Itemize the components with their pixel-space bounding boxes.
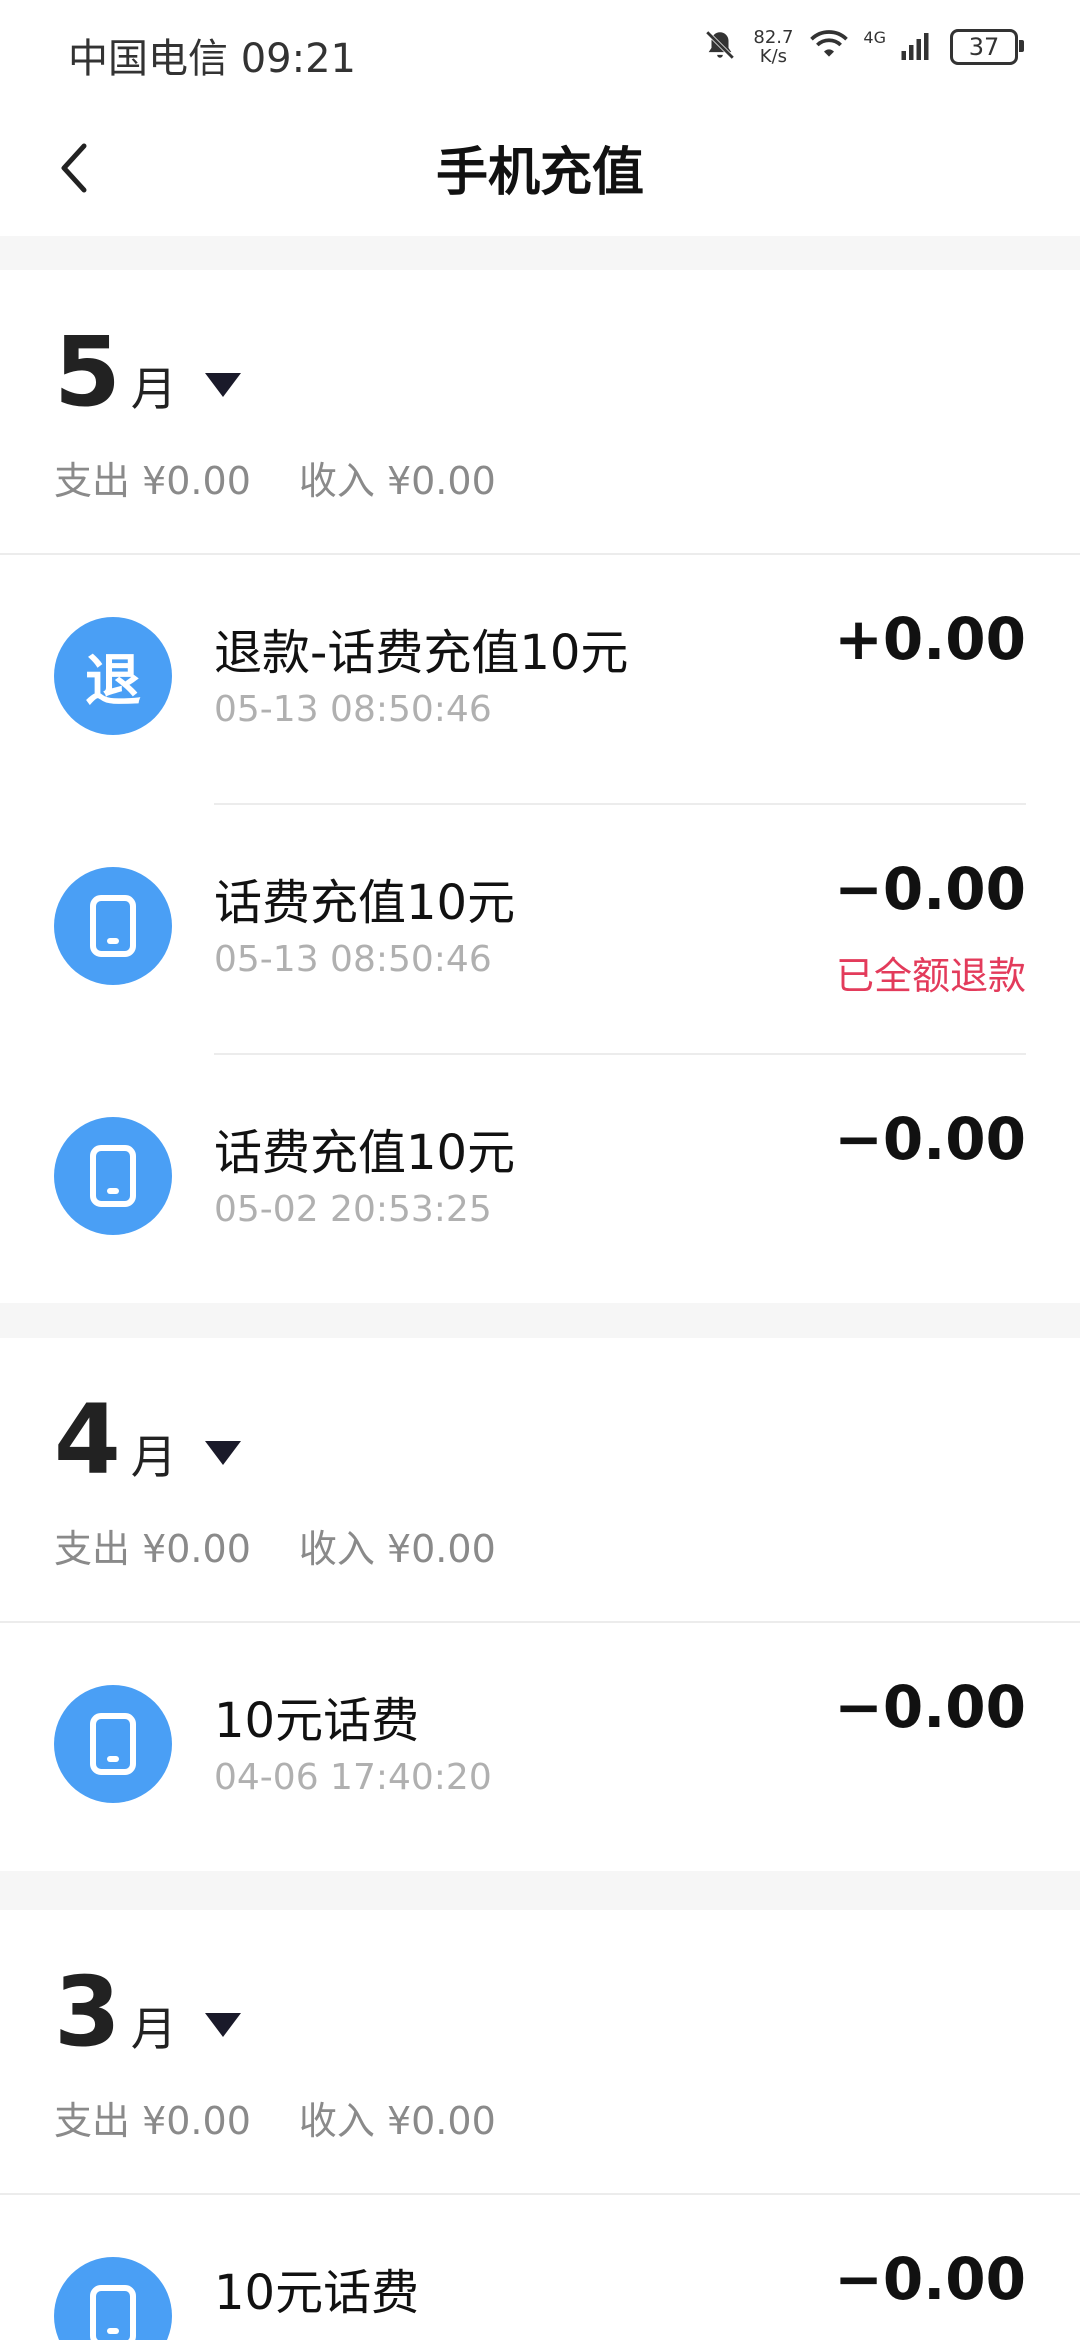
month-number: 3 — [54, 1956, 121, 2068]
battery-icon: 37 — [950, 29, 1024, 65]
transaction-time: 05-13 08:50:46 — [214, 939, 492, 980]
month-header: 3 月 支出 ¥0.00 收入 ¥0.00 — [0, 1910, 1080, 2195]
net-speed: 82.7 K/s — [753, 27, 794, 67]
nav-bar: 手机充值 — [0, 100, 1080, 236]
transaction-amount: −0.00 — [834, 1105, 1026, 1173]
transaction-row[interactable]: 退 退款-话费充值10元 05-13 08:50:46 +0.00 — [0, 555, 1080, 803]
wifi-icon — [809, 30, 849, 64]
status-icons: 82.7 K/s 4G 37 — [703, 27, 1024, 67]
transaction-row[interactable]: 10元话费 −0.00 — [0, 2195, 1080, 2340]
network-type: 4G — [863, 28, 886, 47]
page-title: 手机充值 — [435, 143, 644, 203]
month-selector[interactable]: 4 月 — [54, 1392, 241, 1488]
month-summary: 支出 ¥0.00 收入 ¥0.00 — [54, 1518, 496, 1573]
signal-icon — [900, 30, 936, 64]
transaction-time: 05-02 20:53:25 — [214, 1189, 492, 1230]
transaction-amount: −0.00 — [834, 2245, 1026, 2313]
transaction-amount: +0.00 — [834, 605, 1026, 673]
transaction-time: 04-06 17:40:20 — [214, 1757, 492, 1798]
transaction-title: 话费充值10元 — [214, 1125, 516, 1181]
income-total: 收入 ¥0.00 — [298, 2099, 496, 2143]
transaction-title: 10元话费 — [214, 1693, 420, 1749]
transaction-row[interactable]: 话费充值10元 05-13 08:50:46 −0.00 已全额退款 — [0, 805, 1080, 1053]
phone-icon — [54, 2257, 172, 2340]
transaction-amount: −0.00 — [834, 1673, 1026, 1741]
transaction-row[interactable]: 话费充值10元 05-02 20:53:25 −0.00 — [0, 1055, 1080, 1303]
month-header: 4 月 支出 ¥0.00 收入 ¥0.00 — [0, 1338, 1080, 1623]
month-suffix: 月 — [130, 1430, 177, 1484]
expense-total: 支出 ¥0.00 — [54, 459, 251, 503]
transaction-title: 退款-话费充值10元 — [214, 625, 629, 681]
month-selector[interactable]: 3 月 — [54, 1964, 241, 2060]
expense-total: 支出 ¥0.00 — [54, 1527, 251, 1571]
month-number: 4 — [54, 1384, 121, 1496]
caret-down-icon[interactable] — [204, 1441, 241, 1465]
phone-icon — [54, 1117, 172, 1235]
transaction-amount: −0.00 — [834, 855, 1026, 923]
transaction-title: 话费充值10元 — [214, 875, 516, 931]
transaction-title: 10元话费 — [214, 2265, 420, 2321]
transaction-time: 05-13 08:50:46 — [214, 689, 492, 730]
month-selector[interactable]: 5 月 — [54, 324, 241, 420]
expense-total: 支出 ¥0.00 — [54, 2099, 251, 2143]
month-summary: 支出 ¥0.00 收入 ¥0.00 — [54, 450, 496, 505]
income-total: 收入 ¥0.00 — [298, 459, 496, 503]
phone-icon — [54, 1685, 172, 1803]
transaction-row[interactable]: 10元话费 04-06 17:40:20 −0.00 — [0, 1623, 1080, 1871]
month-summary: 支出 ¥0.00 收入 ¥0.00 — [54, 2090, 496, 2145]
month-section-april: 4 月 支出 ¥0.00 收入 ¥0.00 10元话费 04-06 17:40:… — [0, 1338, 1080, 1871]
status-bar: 中国电信 09:21 82.7 K/s 4G 37 — [0, 0, 1080, 100]
refund-status: 已全额退款 — [835, 954, 1026, 998]
month-suffix: 月 — [130, 362, 177, 416]
month-number: 5 — [54, 316, 121, 428]
month-suffix: 月 — [130, 2002, 177, 2056]
carrier-time: 中国电信 09:21 — [68, 36, 356, 82]
month-header: 5 月 支出 ¥0.00 收入 ¥0.00 — [0, 270, 1080, 555]
income-total: 收入 ¥0.00 — [298, 1527, 496, 1571]
refund-icon: 退 — [54, 617, 172, 735]
mute-bell-icon — [703, 28, 737, 66]
month-section-march: 3 月 支出 ¥0.00 收入 ¥0.00 10元话费 −0.00 — [0, 1910, 1080, 2340]
phone-icon — [54, 867, 172, 985]
month-section-may: 5 月 支出 ¥0.00 收入 ¥0.00 退 退款-话费充值10元 05-13… — [0, 270, 1080, 1303]
caret-down-icon[interactable] — [204, 2013, 241, 2037]
caret-down-icon[interactable] — [204, 373, 241, 397]
